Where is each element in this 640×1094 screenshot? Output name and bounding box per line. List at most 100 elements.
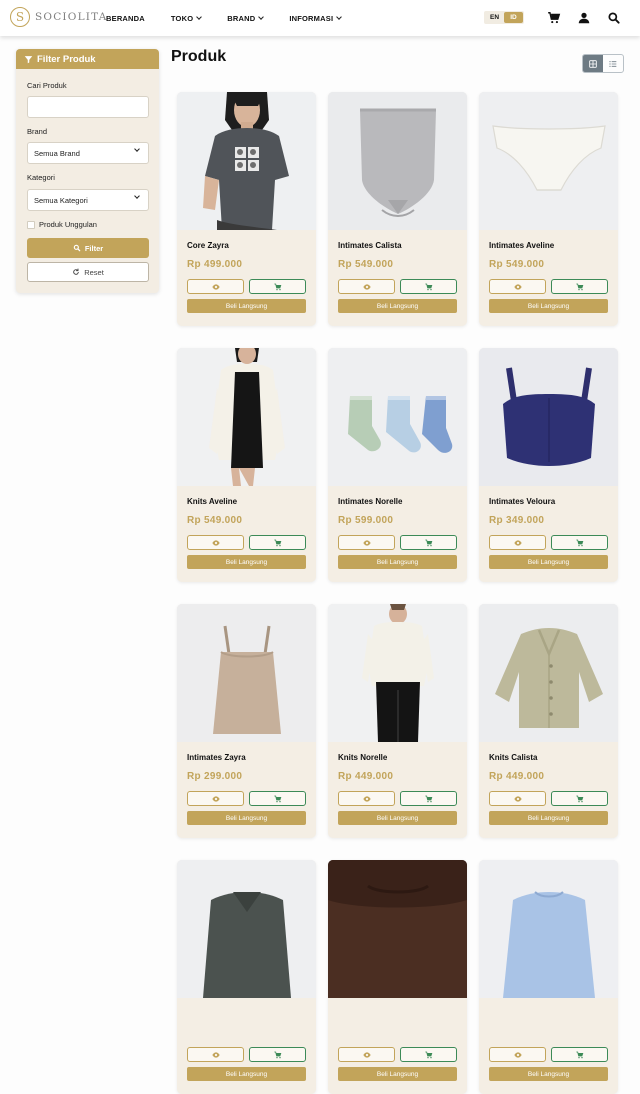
view-detail-button[interactable] xyxy=(187,279,244,294)
cart-icon xyxy=(424,283,432,290)
product-name[interactable]: Intimates Norelle xyxy=(338,497,402,506)
product-image[interactable] xyxy=(177,604,316,742)
eye-icon xyxy=(211,539,220,546)
search-icon[interactable] xyxy=(607,11,621,25)
product-image[interactable] xyxy=(328,92,467,230)
view-detail-button[interactable] xyxy=(338,1047,395,1062)
product-name[interactable]: Intimates Veloura xyxy=(489,497,555,506)
chevron-down-icon xyxy=(134,193,140,199)
lang-id-button[interactable]: ID xyxy=(504,12,523,23)
view-detail-button[interactable] xyxy=(338,279,395,294)
view-detail-button[interactable] xyxy=(338,535,395,550)
view-detail-button[interactable] xyxy=(187,1047,244,1062)
add-to-cart-button[interactable] xyxy=(400,535,457,550)
cart-icon[interactable] xyxy=(547,11,561,25)
cart-icon xyxy=(575,1051,583,1058)
product-image[interactable] xyxy=(479,860,618,998)
product-card[interactable]: Intimates Calista Rp 549.000 Beli Langsung xyxy=(328,92,467,326)
product-name[interactable]: Intimates Zayra xyxy=(187,753,246,762)
product-name[interactable]: Intimates Aveline xyxy=(489,241,554,250)
nav-item-brand[interactable]: BRAND xyxy=(227,14,265,23)
user-icon[interactable] xyxy=(577,11,591,25)
product-name[interactable]: Core Zayra xyxy=(187,241,229,250)
featured-checkbox[interactable] xyxy=(27,220,35,229)
product-image[interactable] xyxy=(177,348,316,486)
add-to-cart-button[interactable] xyxy=(249,1047,306,1062)
product-card[interactable]: Knits Calista Rp 449.000 Beli Langsung xyxy=(479,604,618,838)
category-label: Kategori xyxy=(27,173,55,182)
product-name[interactable]: Knits Calista xyxy=(489,753,537,762)
eye-icon xyxy=(362,283,371,290)
product-name[interactable]: Knits Aveline xyxy=(187,497,237,506)
buy-now-button[interactable]: Beli Langsung xyxy=(187,555,306,569)
add-to-cart-button[interactable] xyxy=(551,791,608,806)
featured-checkbox-row[interactable]: Produk Unggulan xyxy=(27,220,97,229)
brand-select[interactable]: Semua Brand xyxy=(27,142,149,164)
category-select-value: Semua Kategori xyxy=(34,195,88,205)
add-to-cart-button[interactable] xyxy=(400,279,457,294)
buy-now-button[interactable]: Beli Langsung xyxy=(489,299,608,313)
add-to-cart-button[interactable] xyxy=(249,791,306,806)
product-image[interactable] xyxy=(328,348,467,486)
product-image[interactable] xyxy=(177,860,316,998)
eye-icon xyxy=(513,1051,522,1058)
product-card[interactable]: Core Zayra Rp 499.000 Beli Langsung xyxy=(177,92,316,326)
grid-view-button[interactable] xyxy=(583,55,603,72)
view-detail-button[interactable] xyxy=(489,1047,546,1062)
buy-now-button[interactable]: Beli Langsung xyxy=(338,299,457,313)
view-detail-button[interactable] xyxy=(187,791,244,806)
product-image[interactable] xyxy=(328,860,467,998)
buy-now-button[interactable]: Beli Langsung xyxy=(187,1067,306,1081)
product-card[interactable]: Intimates Aveline Rp 549.000 Beli Langsung xyxy=(479,92,618,326)
add-to-cart-button[interactable] xyxy=(551,1047,608,1062)
cart-icon xyxy=(575,539,583,546)
product-image[interactable] xyxy=(328,604,467,742)
add-to-cart-button[interactable] xyxy=(551,279,608,294)
buy-now-button[interactable]: Beli Langsung xyxy=(187,811,306,825)
product-name[interactable]: Knits Norelle xyxy=(338,753,387,762)
eye-icon xyxy=(513,795,522,802)
product-card[interactable]: Beli Langsung xyxy=(177,860,316,1094)
eye-icon xyxy=(362,1051,371,1058)
product-card[interactable]: Beli Langsung xyxy=(479,860,618,1094)
add-to-cart-button[interactable] xyxy=(551,535,608,550)
product-image[interactable] xyxy=(479,604,618,742)
buy-now-button[interactable]: Beli Langsung xyxy=(489,555,608,569)
add-to-cart-button[interactable] xyxy=(249,279,306,294)
buy-now-button[interactable]: Beli Langsung xyxy=(489,811,608,825)
filter-button[interactable]: Filter xyxy=(27,238,149,258)
product-card[interactable]: Knits Aveline Rp 549.000 Beli Langsung xyxy=(177,348,316,582)
product-name[interactable]: Intimates Calista xyxy=(338,241,402,250)
nav-item-informasi[interactable]: INFORMASI xyxy=(289,14,343,23)
product-card[interactable]: Intimates Zayra Rp 299.000 Beli Langsung xyxy=(177,604,316,838)
buy-now-button[interactable]: Beli Langsung xyxy=(338,811,457,825)
product-image[interactable] xyxy=(479,348,618,486)
view-detail-button[interactable] xyxy=(489,279,546,294)
view-detail-button[interactable] xyxy=(489,791,546,806)
lang-en-button[interactable]: EN xyxy=(485,12,504,23)
buy-now-button[interactable]: Beli Langsung xyxy=(338,555,457,569)
category-select[interactable]: Semua Kategori xyxy=(27,189,149,211)
view-detail-button[interactable] xyxy=(489,535,546,550)
product-card[interactable]: Intimates Veloura Rp 349.000 Beli Langsung xyxy=(479,348,618,582)
product-card[interactable]: Knits Norelle Rp 449.000 Beli Langsung xyxy=(328,604,467,838)
brand-logo[interactable]: S SOCIOLITA xyxy=(10,7,108,27)
buy-now-button[interactable]: Beli Langsung xyxy=(489,1067,608,1081)
product-image[interactable] xyxy=(177,92,316,230)
add-to-cart-button[interactable] xyxy=(400,1047,457,1062)
view-detail-button[interactable] xyxy=(187,535,244,550)
product-image[interactable] xyxy=(479,92,618,230)
nav-item-toko[interactable]: TOKO xyxy=(171,14,203,23)
add-to-cart-button[interactable] xyxy=(400,791,457,806)
nav-item-beranda[interactable]: BERANDA xyxy=(106,14,145,23)
product-search-input[interactable] xyxy=(27,96,149,118)
product-card[interactable]: Intimates Norelle Rp 599.000 Beli Langsung xyxy=(328,348,467,582)
view-detail-button[interactable] xyxy=(338,791,395,806)
product-card[interactable]: Beli Langsung xyxy=(328,860,467,1094)
add-to-cart-button[interactable] xyxy=(249,535,306,550)
list-view-button[interactable] xyxy=(603,55,623,72)
buy-now-button[interactable]: Beli Langsung xyxy=(187,299,306,313)
buy-now-button[interactable]: Beli Langsung xyxy=(338,1067,457,1081)
reset-button[interactable]: Reset xyxy=(27,262,149,282)
filter-panel-header: Filter Produk xyxy=(16,49,159,69)
